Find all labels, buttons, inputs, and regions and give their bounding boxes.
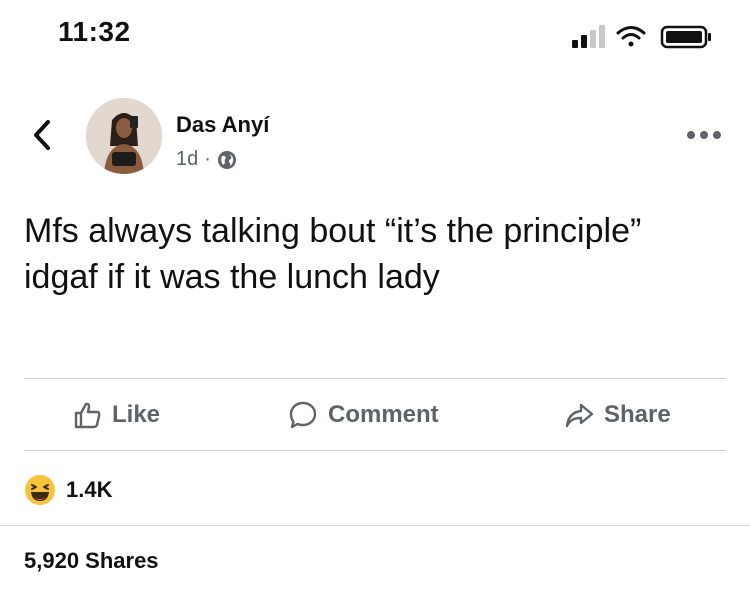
share-arrow-icon (565, 403, 594, 428)
wifi-icon (616, 26, 646, 47)
reactions-summary[interactable]: 1.4K (24, 474, 112, 506)
laughing-emoji-icon (25, 475, 55, 505)
divider-bottom (24, 450, 726, 451)
signal-icon (572, 25, 605, 48)
reaction-count: 1.4K (66, 477, 113, 502)
comment-label: Comment (328, 401, 439, 428)
like-button[interactable]: Like (72, 380, 160, 450)
share-label: Share (604, 401, 671, 428)
share-button[interactable]: Share (564, 380, 671, 450)
status-icons (572, 25, 711, 49)
battery-icon (660, 25, 711, 49)
status-bar: 11:32 (0, 0, 750, 70)
post-meta: 1d · (176, 148, 237, 171)
divider-top (24, 378, 726, 379)
share-count[interactable]: 5,920 Shares (24, 548, 159, 574)
section-separator (0, 525, 750, 526)
status-time: 11:32 (58, 16, 131, 47)
thumbs-up-icon (74, 402, 101, 429)
post-author[interactable]: Das Anyí (176, 112, 269, 138)
more-dots-icon[interactable] (686, 130, 722, 140)
post-text: Mfs always talking bout “it’s the princi… (24, 212, 642, 296)
meta-separator: · (204, 148, 211, 170)
back-chevron-icon[interactable] (30, 118, 54, 152)
post-age: 1d (176, 148, 199, 170)
comment-button[interactable]: Comment (288, 380, 439, 450)
avatar[interactable] (86, 98, 162, 174)
globe-icon (217, 150, 236, 169)
comment-bubble-icon (289, 401, 317, 429)
action-bar: Like Comment Share (24, 380, 726, 450)
like-label: Like (112, 401, 161, 428)
